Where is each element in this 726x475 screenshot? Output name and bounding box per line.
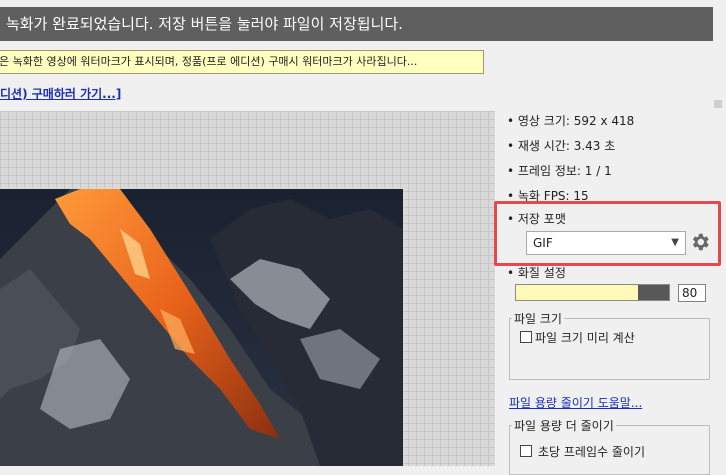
reduce-size-help-link[interactable]: 파일 용량 줄이기 도움말...: [509, 394, 642, 411]
buy-pro-link[interactable]: 디션) 구매하러 가기...]: [0, 85, 121, 102]
file-size-group: 파일 크기 파일 크기 미리 계산: [509, 310, 710, 380]
quality-slider[interactable]: [515, 284, 670, 301]
precalc-checkbox-label: 파일 크기 미리 계산: [535, 331, 635, 345]
preview-canvas: [0, 111, 495, 466]
watermark-notice: 은 녹화한 영상에 워터마크가 표시되며, 정품(프로 에디션) 구매시 워터마…: [0, 50, 484, 74]
quality-label: • 화질 설정: [507, 266, 566, 280]
gear-icon[interactable]: [689, 231, 711, 253]
settings-panel: • 영상 크기: 592 x 418 • 재생 시간: 3.43 초 • 프레임…: [494, 0, 722, 475]
quality-slider-fill: [516, 285, 639, 300]
format-label: • 저장 포맷: [507, 212, 566, 226]
info-video-size: • 영상 크기: 592 x 418: [507, 114, 635, 128]
triangle-down-icon: ▼: [671, 237, 679, 248]
file-size-group-title: 파일 크기: [512, 310, 564, 327]
info-frame: • 프레임 정보: 1 / 1: [507, 164, 612, 178]
mountain-preview-image: [0, 189, 403, 466]
info-duration: • 재생 시간: 3.43 초: [507, 139, 616, 153]
quality-value-input[interactable]: 80: [678, 284, 706, 302]
precalc-checkbox[interactable]: [520, 331, 532, 343]
reduce-fps-checkbox-label: 초당 프레임수 줄이기: [538, 445, 645, 459]
format-select[interactable]: GIF ▼: [526, 231, 686, 255]
status-title-text: 녹화가 완료되었습니다. 저장 버튼을 눌러야 파일이 저장됩니다.: [6, 15, 403, 33]
reduce-size-group-title: 파일 용량 더 줄이기: [512, 417, 616, 434]
format-select-value: GIF: [533, 236, 553, 250]
watermark-notice-text: 은 녹화한 영상에 워터마크가 표시되며, 정품(프로 에디션) 구매시 워터마…: [0, 55, 418, 68]
preview-frame: [0, 189, 403, 466]
reduce-fps-checkbox[interactable]: [520, 445, 532, 457]
reduce-size-group: 파일 용량 더 줄이기 초당 프레임수 줄이기: [509, 417, 710, 475]
